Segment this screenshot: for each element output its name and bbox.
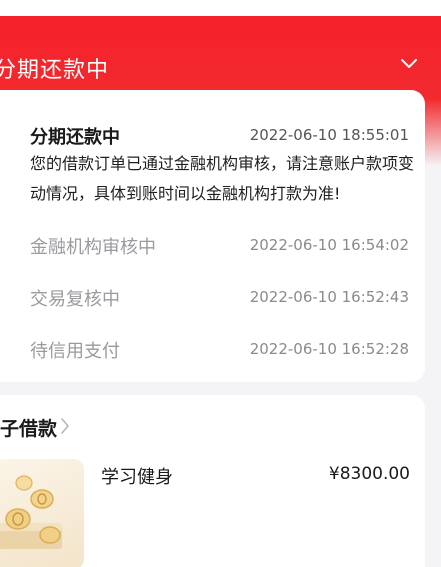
- chevron-right-icon[interactable]: [60, 418, 70, 434]
- history-label: 金融机构审核中: [30, 237, 156, 258]
- history-label: 待信用支付: [30, 341, 120, 362]
- loan-item-amount: ¥8300.00: [328, 464, 410, 484]
- loan-status-page: 分期还款中 分期还款中 2022-06-10 18:55:01 您的借款订单已通…: [0, 0, 441, 567]
- loan-card-title[interactable]: 子借款: [0, 414, 57, 441]
- loan-item-name: 学习健身: [101, 467, 173, 488]
- chevron-down-icon[interactable]: [401, 58, 417, 70]
- status-description: 您的借款订单已通过金融机构审核，请注意账户款项变动情况，具体到账时间以金融机构打…: [30, 154, 415, 203]
- history-time: 2022-06-10 16:52:28: [249, 340, 409, 358]
- history-label: 交易复核中: [30, 289, 120, 310]
- status-label: 分期还款中: [30, 127, 120, 148]
- status-bar-area: [0, 0, 441, 16]
- header-title: 分期还款中: [0, 58, 110, 83]
- coins-illustration: [0, 459, 84, 567]
- history-time: 2022-06-10 16:52:43: [249, 288, 409, 306]
- history-time: 2022-06-10 16:54:02: [249, 236, 409, 254]
- status-time: 2022-06-10 18:55:01: [249, 126, 409, 144]
